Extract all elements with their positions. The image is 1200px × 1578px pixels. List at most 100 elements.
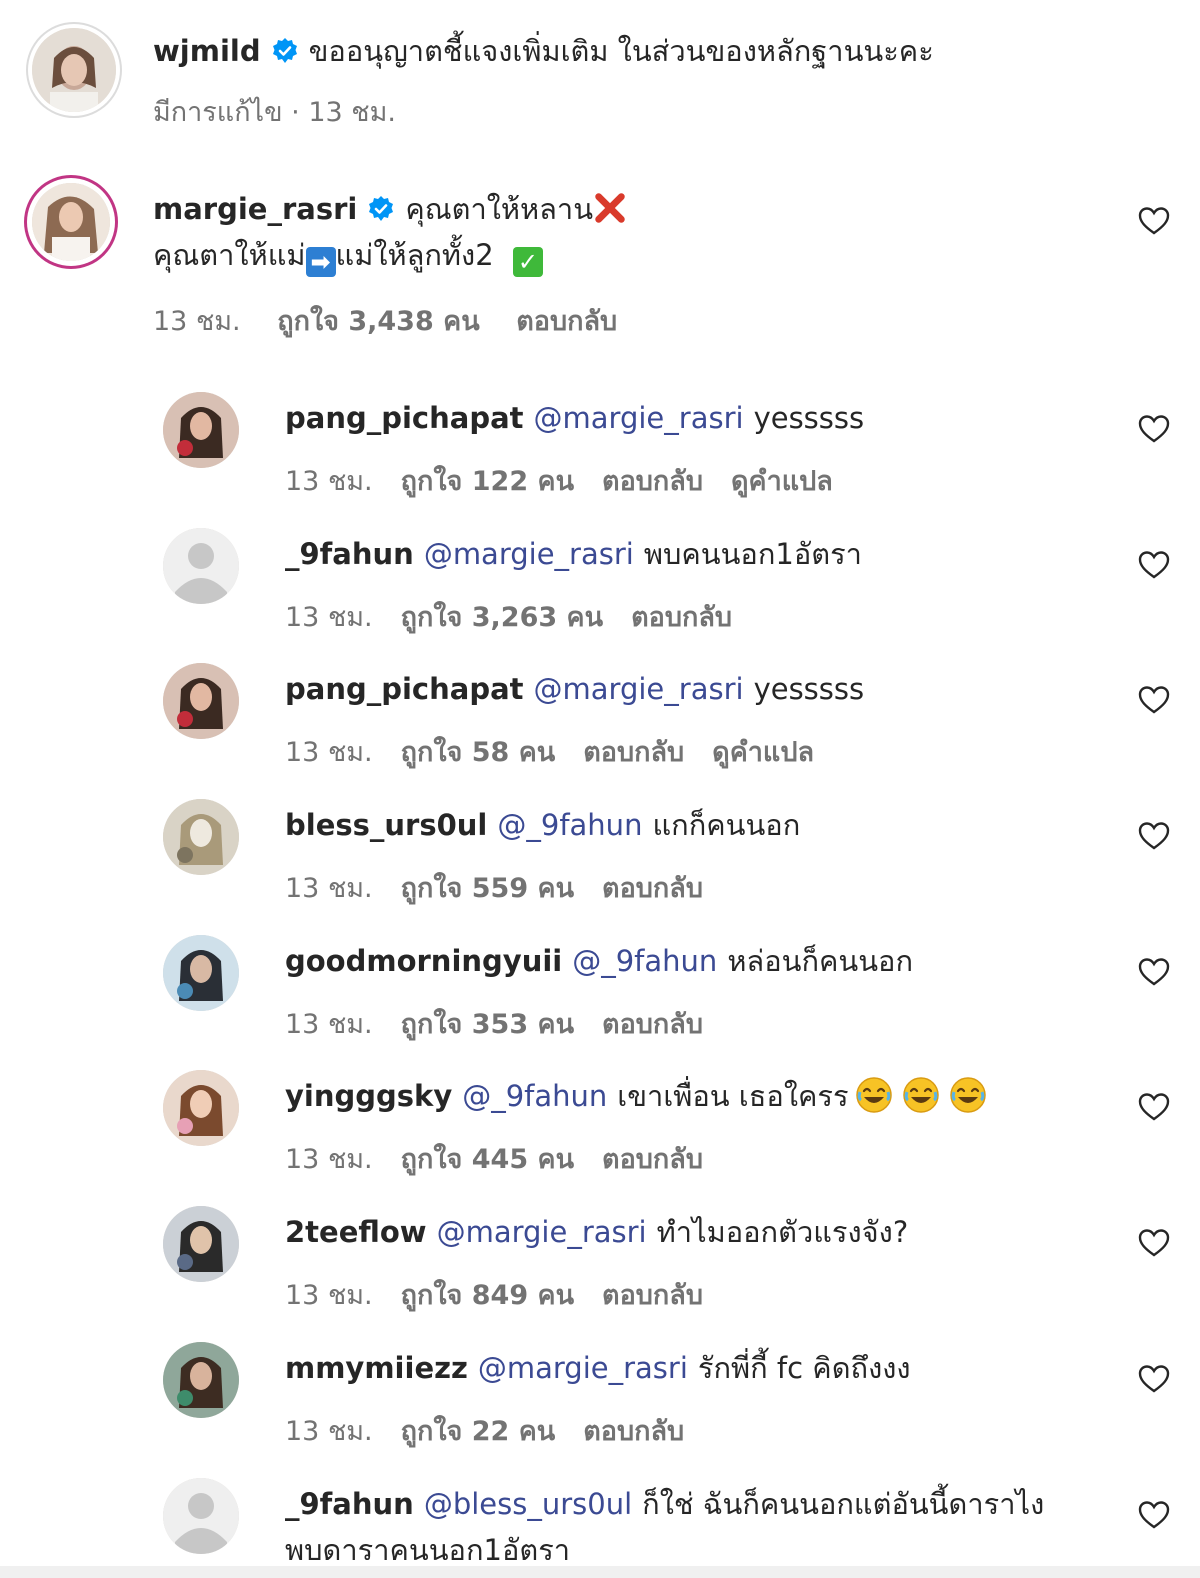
comment-meta: 13 ชม. ถูกใจ 3,438 คน ตอบกลับ bbox=[153, 299, 645, 342]
likes-count[interactable]: ถูกใจ 122 คน bbox=[401, 466, 574, 497]
avatar[interactable] bbox=[163, 392, 239, 468]
avatar[interactable] bbox=[32, 183, 110, 261]
reply-meta: 13 ชม. ถูกใจ 559 คน ตอบกลับ bbox=[285, 866, 731, 909]
reply-button[interactable]: ตอบกลับ bbox=[602, 1144, 703, 1175]
avatar[interactable] bbox=[163, 1478, 239, 1554]
reply-text: goodmorningyuii @_9fahun หล่อนก็คนนอก bbox=[285, 938, 1115, 984]
laughing-emoji-icon bbox=[903, 1077, 939, 1113]
mention-link[interactable]: @margie_rasri bbox=[534, 401, 744, 435]
check-mark-icon: ✓ bbox=[512, 247, 543, 277]
like-heart-icon[interactable] bbox=[1138, 1364, 1170, 1394]
username[interactable]: mmymiiezz bbox=[285, 1351, 468, 1385]
reply-meta: 13 ชม. ถูกใจ 58 คน ตอบกลับ ดูคำแปล bbox=[285, 730, 842, 773]
reply-text: _9fahun @bless_urs0ul ก็ใช่ ฉันก็คนนอกแต่อ… bbox=[285, 1481, 1115, 1573]
comment-text: margie_rasri คุณตาให้หลาน คุณตาให้แม่ ➡ แม่… bbox=[153, 186, 1113, 278]
avatar[interactable] bbox=[163, 1206, 239, 1282]
reply-meta: 13 ชม. ถูกใจ 22 คน ตอบกลับ bbox=[285, 1409, 712, 1452]
comment-line-2b: แม่ให้ลูกทั้ง2 bbox=[335, 238, 494, 272]
like-heart-icon[interactable] bbox=[1138, 1500, 1170, 1530]
reply-time: 13 ชม. bbox=[285, 1009, 373, 1040]
caption-meta: มีการแก้ไข · 13 ชม. bbox=[153, 90, 424, 133]
like-heart-icon[interactable] bbox=[1138, 206, 1170, 236]
likes-count[interactable]: ถูกใจ 353 คน bbox=[401, 1009, 574, 1040]
reply-time: 13 ชม. bbox=[285, 1416, 373, 1447]
reply-text: bless_urs0ul @_9fahun แกก็คนนอก bbox=[285, 802, 1115, 848]
avatar[interactable] bbox=[163, 528, 239, 604]
mention-link[interactable]: @_9fahun bbox=[462, 1079, 607, 1113]
reply-time: 13 ชม. bbox=[285, 873, 373, 904]
mention-link[interactable]: @_9fahun bbox=[497, 808, 642, 842]
mention-link[interactable]: @margie_rasri bbox=[478, 1351, 688, 1385]
reply-button[interactable]: ตอบกลับ bbox=[602, 873, 703, 904]
laughing-emoji-icon bbox=[855, 1077, 892, 1113]
reply-button[interactable]: ตอบกลับ bbox=[516, 306, 617, 337]
avatar[interactable] bbox=[163, 663, 239, 739]
username[interactable]: _9fahun bbox=[285, 537, 414, 571]
mention-link[interactable]: @_9fahun bbox=[572, 944, 717, 978]
mention-link[interactable]: @margie_rasri bbox=[437, 1215, 647, 1249]
comment-line-2a: คุณตาให้แม่ bbox=[153, 238, 306, 272]
reply-button[interactable]: ตอบกลับ bbox=[583, 737, 684, 768]
see-translation-link[interactable]: ดูคำแปล bbox=[731, 466, 833, 497]
like-heart-icon[interactable] bbox=[1138, 550, 1170, 580]
reply-time: 13 ชม. bbox=[285, 1144, 373, 1175]
username[interactable]: yingggsky bbox=[285, 1079, 452, 1113]
cross-mark-icon bbox=[595, 193, 625, 223]
see-translation-link[interactable]: ดูคำแปล bbox=[712, 737, 814, 768]
reply-meta: 13 ชม. ถูกใจ 445 คน ตอบกลับ bbox=[285, 1137, 731, 1180]
reply-time: 13 ชม. bbox=[285, 466, 373, 497]
reply-button[interactable]: ตอบกลับ bbox=[602, 1280, 703, 1311]
like-heart-icon[interactable] bbox=[1138, 414, 1170, 444]
reply-button[interactable]: ตอบกลับ bbox=[583, 1416, 684, 1447]
likes-count[interactable]: ถูกใจ 3,438 คน bbox=[277, 306, 479, 337]
username[interactable]: goodmorningyuii bbox=[285, 944, 562, 978]
reply-message: พบคนนอก1อัตรา bbox=[643, 537, 862, 571]
avatar[interactable] bbox=[32, 28, 116, 112]
edited-label: มีการแก้ไข · 13 ชม. bbox=[153, 97, 396, 128]
username[interactable]: bless_urs0ul bbox=[285, 808, 487, 842]
reply-message: เขาเพื่อน เธอใครร bbox=[617, 1079, 849, 1113]
mention-link[interactable]: @bless_urs0ul bbox=[424, 1487, 632, 1521]
bottom-divider bbox=[0, 1566, 1200, 1578]
reply-text: 2teeflow @margie_rasri ทำไมออกตัวแรงจัง? bbox=[285, 1209, 1115, 1255]
caption-text: wjmild ขออนุญาตชี้แจงเพิ่มเติม ในส่วนของห… bbox=[153, 28, 1133, 74]
avatar[interactable] bbox=[163, 1070, 239, 1146]
mention-link[interactable]: @margie_rasri bbox=[534, 672, 744, 706]
reply-text: pang_pichapat @margie_rasri yesssss bbox=[285, 666, 1115, 712]
reply-time: 13 ชม. bbox=[285, 602, 373, 633]
like-heart-icon[interactable] bbox=[1138, 957, 1170, 987]
username[interactable]: wjmild bbox=[153, 34, 261, 68]
likes-count[interactable]: ถูกใจ 58 คน bbox=[401, 737, 556, 768]
reply-message: yesssss bbox=[753, 401, 865, 435]
reply-button[interactable]: ตอบกลับ bbox=[602, 1009, 703, 1040]
likes-count[interactable]: ถูกใจ 22 คน bbox=[401, 1416, 556, 1447]
reply-text: yingggsky @_9fahun เขาเพื่อน เธอใครร bbox=[285, 1073, 1115, 1119]
reply-button[interactable]: ตอบกลับ bbox=[631, 602, 732, 633]
comment-line-1: คุณตาให้หลาน bbox=[405, 192, 594, 226]
reply-text: _9fahun @margie_rasri พบคนนอก1อัตรา bbox=[285, 531, 1115, 577]
like-heart-icon[interactable] bbox=[1138, 821, 1170, 851]
like-heart-icon[interactable] bbox=[1138, 1092, 1170, 1122]
reply-time: 13 ชม. bbox=[285, 1280, 373, 1311]
likes-count[interactable]: ถูกใจ 849 คน bbox=[401, 1280, 574, 1311]
reply-button[interactable]: ตอบกลับ bbox=[602, 466, 703, 497]
reply-message: ทำไมออกตัวแรงจัง? bbox=[656, 1215, 909, 1249]
reply-meta: 13 ชม. ถูกใจ 353 คน ตอบกลับ bbox=[285, 1002, 731, 1045]
verified-badge-icon bbox=[369, 196, 394, 221]
reply-message: หล่อนก็คนนอก bbox=[727, 944, 914, 978]
likes-count[interactable]: ถูกใจ 559 คน bbox=[401, 873, 574, 904]
like-heart-icon[interactable] bbox=[1138, 685, 1170, 715]
mention-link[interactable]: @margie_rasri bbox=[424, 537, 634, 571]
avatar[interactable] bbox=[163, 1342, 239, 1418]
right-arrow-icon: ➡ bbox=[305, 247, 336, 277]
avatar[interactable] bbox=[163, 935, 239, 1011]
username[interactable]: pang_pichapat bbox=[285, 401, 524, 435]
likes-count[interactable]: ถูกใจ 3,263 คน bbox=[401, 602, 603, 633]
username[interactable]: pang_pichapat bbox=[285, 672, 524, 706]
username[interactable]: 2teeflow bbox=[285, 1215, 427, 1249]
avatar[interactable] bbox=[163, 799, 239, 875]
username[interactable]: margie_rasri bbox=[153, 192, 357, 226]
username[interactable]: _9fahun bbox=[285, 1487, 414, 1521]
likes-count[interactable]: ถูกใจ 445 คน bbox=[401, 1144, 574, 1175]
like-heart-icon[interactable] bbox=[1138, 1228, 1170, 1258]
